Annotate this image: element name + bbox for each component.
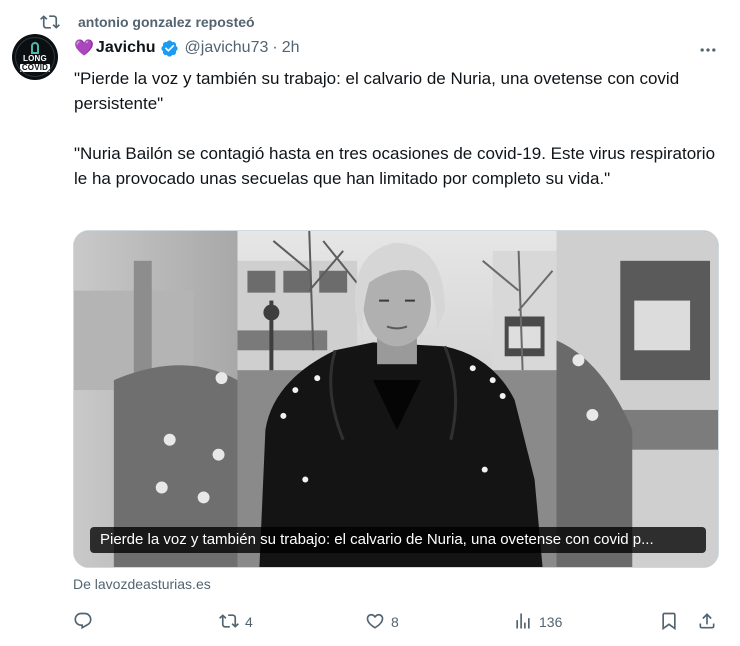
tweet-paragraph-1: "Pierde la voz y también su trabajo: el … [74, 69, 680, 113]
action-bar: 4 8 136 [73, 606, 723, 638]
repost-button[interactable]: 4 [219, 606, 253, 638]
purple-heart-emoji: 💜 [74, 40, 94, 57]
link-card-caption: Pierde la voz y también su trabajo: el c… [90, 527, 706, 553]
display-name[interactable]: Javichu [96, 39, 156, 57]
repost-count: 4 [245, 614, 253, 630]
repost-label: antonio gonzalez reposteó [78, 14, 255, 30]
repost-icon [219, 611, 239, 634]
repost-icon [40, 12, 60, 32]
views-button[interactable]: 136 [513, 606, 562, 638]
more-options-icon[interactable] [696, 38, 720, 62]
share-button[interactable] [697, 606, 717, 638]
link-card-image[interactable]: Pierde la voz y también su trabajo: el c… [73, 230, 719, 568]
tweet-header: 💜 Javichu @javichu73 · 2h [74, 36, 299, 60]
heart-icon [365, 611, 385, 634]
avatar[interactable]: LONG COVID [12, 34, 58, 80]
like-button[interactable]: 8 [365, 606, 399, 638]
timestamp[interactable]: 2h [282, 39, 300, 57]
separator-dot: · [272, 39, 278, 56]
avatar-ring [15, 37, 55, 77]
reply-button[interactable] [73, 606, 93, 638]
views-count: 136 [539, 614, 563, 630]
tweet-text: "Pierde la voz y también su trabajo: el … [74, 66, 724, 191]
share-icon [697, 611, 717, 634]
views-icon [513, 611, 533, 634]
verified-badge-icon[interactable] [160, 39, 179, 58]
reply-icon [73, 611, 93, 634]
link-source[interactable]: De lavozdeasturias.es [73, 576, 211, 592]
article-photo [74, 231, 718, 567]
repost-context[interactable]: antonio gonzalez reposteó [40, 10, 255, 34]
tweet-paragraph-2: "Nuria Bailón se contagió hasta en tres … [74, 144, 716, 188]
bookmark-icon [659, 611, 679, 634]
bookmark-button[interactable] [659, 606, 679, 638]
user-handle[interactable]: @javichu73 [185, 39, 269, 57]
like-count: 8 [391, 614, 399, 630]
